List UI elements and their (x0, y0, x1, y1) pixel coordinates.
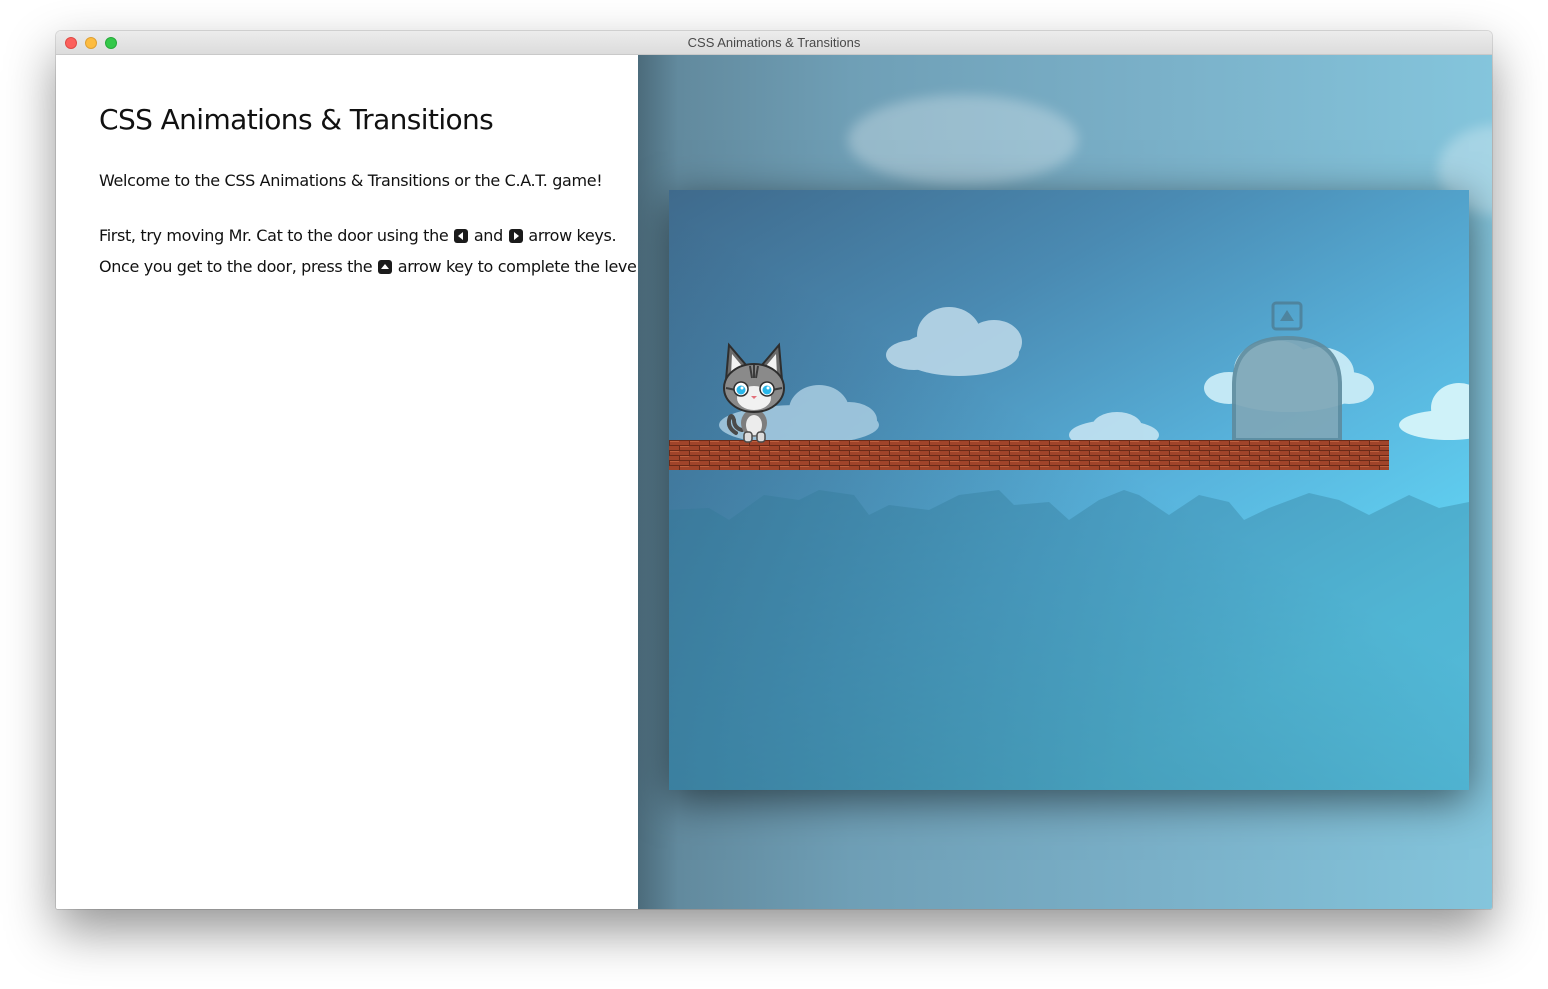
title-bar: CSS Animations & Transitions (56, 31, 1492, 55)
right-arrow-key-icon (508, 229, 523, 243)
welcome-text-content: Welcome to the CSS Animations & Transiti… (99, 171, 603, 190)
far-cityscape (669, 490, 1469, 790)
game-stage[interactable] (669, 190, 1469, 790)
left-arrow-key-icon (454, 229, 469, 243)
door-instructions-end: arrow key to complete the level! (393, 257, 647, 276)
browser-window: CSS Animations & Transitions CSS Animati… (56, 31, 1492, 909)
door-up-key-icon (1271, 301, 1303, 331)
window-title: CSS Animations & Transitions (687, 35, 861, 50)
move-instructions: First, try moving Mr. Cat to the door us… (99, 226, 617, 245)
cloud (886, 307, 1022, 376)
page-title: CSS Animations & Transitions (99, 103, 494, 136)
page-content: CSS Animations & Transitions Welcome to … (56, 55, 1492, 909)
welcome-text: Welcome to the CSS Animations & Transiti… (99, 171, 603, 190)
move-instructions-and: and (469, 226, 508, 245)
backdrop-cloud (848, 95, 1078, 185)
door-instructions: Once you get to the door, press the arro… (99, 257, 647, 276)
up-arrow-key-icon (378, 260, 393, 274)
brick-platform (669, 440, 1389, 470)
move-instructions-end: arrow keys. (523, 226, 617, 245)
door-instructions-start: Once you get to the door, press the (99, 257, 378, 276)
cloud (1399, 383, 1469, 440)
move-instructions-start: First, try moving Mr. Cat to the door us… (99, 226, 454, 245)
instructions-panel: CSS Animations & Transitions Welcome to … (56, 55, 647, 909)
game-backdrop (638, 55, 1492, 909)
game-scene (669, 301, 1469, 790)
exit-door (1232, 335, 1342, 442)
